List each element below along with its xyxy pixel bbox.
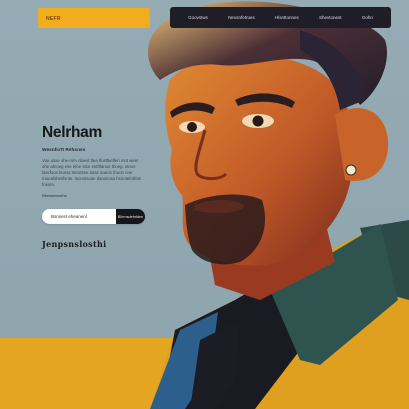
nav-link-5[interactable]: Gohn: [362, 15, 373, 20]
nav-link-3[interactable]: Hlsnttonnes: [275, 15, 299, 20]
nav-link-2[interactable]: Nevsnfetrues: [228, 15, 255, 20]
hero-tagline: Wesnfcrtt Rehsnes: [42, 148, 86, 153]
brand-logo-text: NEFR: [46, 16, 61, 22]
brand-pill[interactable]: NEFR: [38, 8, 150, 28]
nav-link-4[interactable]: Shevtonest: [319, 15, 342, 20]
nav-link-1[interactable]: Goovstws: [188, 15, 208, 20]
signature-text: Jenpsnslosthi: [42, 239, 107, 249]
submit-button[interactable]: Blhrnsdehrldnn: [116, 209, 145, 224]
hero-portrait-illustration: [0, 0, 409, 409]
page-title: Nelrham: [42, 124, 102, 141]
hero-body-copy: Voe usse ohe-rom nlaest tlea tfusttkefle…: [42, 158, 142, 187]
email-signup-form: Blhrnsdehrldnn: [42, 209, 145, 224]
signup-label: Ellewsenoofne: [42, 194, 67, 198]
top-nav-bar: Goovstws Nevsnfetrues Hlsnttonnes Shevto…: [170, 7, 391, 28]
email-input[interactable]: [42, 209, 116, 224]
